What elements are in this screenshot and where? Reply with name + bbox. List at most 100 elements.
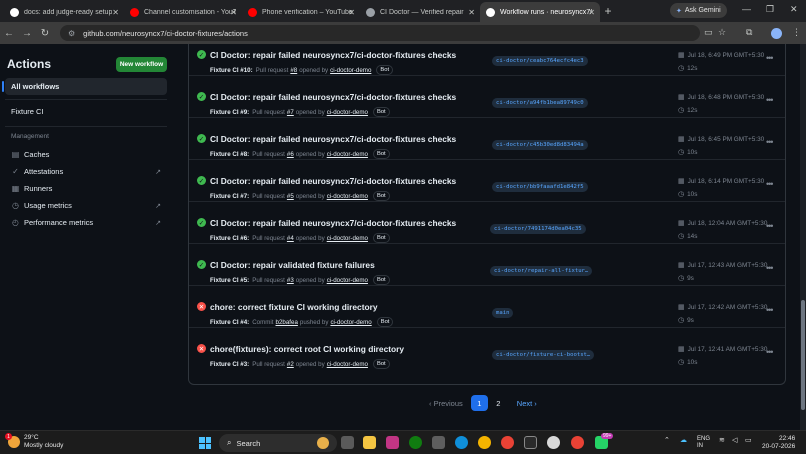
workflow-run-row[interactable]: ✓ CI Doctor: repair failed neurosyncx7/ci… (189, 202, 785, 244)
workflow-run-row[interactable]: ✓ CI Doctor: repair failed neurosyncx7/ci… (189, 160, 785, 202)
run-title-link[interactable]: CI Doctor: repair failed neurosyncx7/ci-… (210, 92, 456, 102)
workflow-run-row[interactable]: ✓ CI Doctor: repair validated fixture fai… (189, 244, 785, 286)
windows-start-icon[interactable] (199, 437, 211, 449)
run-ref-link[interactable]: #5 (287, 193, 294, 200)
run-actor-link[interactable]: ci-doctor-demo (327, 193, 368, 200)
profile-avatar[interactable] (771, 28, 782, 39)
tray-chevron-icon[interactable]: ⌃ (664, 436, 670, 444)
language-indicator[interactable]: ENG IN (697, 436, 710, 450)
run-ref-link[interactable]: #2 (287, 361, 294, 368)
close-tab-icon[interactable]: ✕ (468, 8, 475, 17)
back-icon[interactable]: ← (0, 28, 18, 39)
restore-icon[interactable]: ❐ (766, 4, 774, 15)
run-ref-link[interactable]: b2bafea (276, 319, 298, 326)
extensions-icon[interactable]: ⧉ (746, 27, 752, 38)
run-actions-kebab-icon[interactable]: ••• (766, 347, 774, 357)
run-title-link[interactable]: chore: correct fixture CI working direct… (210, 302, 378, 312)
forward-icon[interactable]: → (18, 28, 36, 39)
chrome-profile-icon[interactable] (501, 436, 514, 449)
run-actor-link[interactable]: ci-doctor-demo (327, 151, 368, 158)
sidebar-item-performance-metrics[interactable]: ◴ Performance metrics ↗ (5, 215, 167, 230)
page-2-button[interactable]: 2 (490, 395, 507, 411)
new-workflow-button[interactable]: New workflow (116, 57, 167, 72)
bookmark-star-icon[interactable]: ☆ (718, 27, 726, 38)
taskbar-search[interactable]: ⌕ Search (219, 434, 337, 452)
run-ref-link[interactable]: #4 (287, 235, 294, 242)
terminal-icon[interactable] (524, 436, 537, 449)
run-actions-kebab-icon[interactable]: ••• (766, 179, 774, 189)
branch-label[interactable]: ci-doctor/ceabc764ecfc4ec3 (492, 56, 588, 66)
workflow-run-row[interactable]: ✓ CI Doctor: repair failed neurosyncx7/ci… (189, 118, 785, 160)
task-view-icon[interactable] (341, 436, 354, 449)
chatgpt-icon[interactable] (547, 436, 560, 449)
branch-label[interactable]: ci-doctor/repair-all-fixtur… (490, 266, 593, 276)
run-title-link[interactable]: CI Doctor: repair validated fixture fail… (210, 260, 375, 270)
sidebar-item-runners[interactable]: ▦ Runners (5, 181, 167, 196)
new-tab-button[interactable]: + (600, 4, 616, 18)
workflow-run-row[interactable]: ✓ CI Doctor: repair failed neurosyncx7/ci… (189, 76, 785, 118)
site-info-icon[interactable]: ⚙ (68, 29, 75, 38)
chrome-icon[interactable] (478, 436, 491, 449)
system-clock[interactable]: 22:46 20-07-2026 (762, 435, 795, 451)
run-title-link[interactable]: CI Doctor: repair failed neurosyncx7/ci-… (210, 50, 456, 60)
branch-label[interactable]: ci-doctor/fixture-ci-bootst… (492, 350, 595, 360)
run-actions-kebab-icon[interactable]: ••• (766, 263, 774, 273)
ask-gemini-button[interactable]: ✦ Ask Gemini (670, 3, 727, 18)
run-ref-link[interactable]: #7 (287, 109, 294, 116)
weather-widget[interactable]: 1 29°C Mostly cloudy (5, 433, 63, 450)
wifi-icon[interactable]: ≋ (719, 436, 725, 444)
file-explorer-icon[interactable] (363, 436, 376, 449)
run-title-link[interactable]: CI Doctor: repair failed neurosyncx7/ci-… (210, 176, 456, 186)
reload-icon[interactable]: ↻ (36, 28, 54, 39)
run-ref-link[interactable]: #3 (287, 277, 294, 284)
workflow-run-row[interactable]: ✕ chore(fixtures): correct root CI workin… (189, 328, 785, 370)
branch-label[interactable]: ci-doctor/7491174d0ea04c35 (490, 224, 586, 234)
run-ref-link[interactable]: #8 (290, 67, 297, 74)
browser-tab[interactable]: CI Doctor — Verified repair ✕ (360, 2, 480, 22)
run-actions-kebab-icon[interactable]: ••• (766, 137, 774, 147)
page-scrollbar[interactable] (800, 44, 806, 430)
sidebar-item-usage-metrics[interactable]: ◷ Usage metrics ↗ (5, 198, 167, 213)
browser-tab[interactable]: Workflow runs · neurosyncx7/✕ (480, 2, 600, 22)
copilot-icon[interactable] (386, 436, 399, 449)
run-ref-link[interactable]: #6 (287, 151, 294, 158)
page-1-button[interactable]: 1 (470, 395, 488, 411)
branch-label[interactable]: ci-doctor/bb9faaafd1e842f5 (492, 182, 588, 192)
close-window-icon[interactable]: ✕ (790, 4, 798, 15)
url-input[interactable]: ⚙ github.com/neurosyncx7/ci-doctor-fixtu… (60, 25, 700, 41)
next-page-link[interactable]: Next › (517, 399, 537, 408)
branch-label[interactable]: ci-doctor/c45b30ed8d83494a (492, 140, 588, 150)
close-tab-icon[interactable]: ✕ (348, 8, 355, 17)
chrome-active-icon[interactable] (571, 436, 584, 449)
branch-label[interactable]: main (492, 308, 514, 318)
run-title-link[interactable]: CI Doctor: repair failed neurosyncx7/ci-… (210, 218, 456, 228)
close-tab-icon[interactable]: ✕ (112, 8, 119, 17)
browser-tab[interactable]: docs: add judge-ready setup ✕ (4, 2, 124, 22)
sidebar-item-attestations[interactable]: ✓ Attestations ↗ (5, 164, 167, 179)
close-tab-icon[interactable]: ✕ (588, 8, 595, 17)
run-actor-link[interactable]: ci-doctor-demo (327, 235, 368, 242)
browser-menu-icon[interactable]: ⋮ (792, 27, 801, 38)
run-actor-link[interactable]: ci-doctor-demo (327, 109, 368, 116)
install-icon[interactable]: ▭ (704, 27, 713, 38)
run-actor-link[interactable]: ci-doctor-demo (330, 319, 371, 326)
run-actor-link[interactable]: ci-doctor-demo (327, 277, 368, 284)
run-actions-kebab-icon[interactable]: ••• (766, 221, 774, 231)
run-actor-link[interactable]: ci-doctor-demo (327, 361, 368, 368)
edge-icon[interactable] (455, 436, 468, 449)
run-actions-kebab-icon[interactable]: ••• (766, 53, 774, 63)
branch-label[interactable]: ci-doctor/a94fb1bea89749c0 (492, 98, 588, 108)
sidebar-item-fixture-ci[interactable]: Fixture CI (5, 103, 167, 120)
run-actions-kebab-icon[interactable]: ••• (766, 305, 774, 315)
workflow-run-row[interactable]: ✓ CI Doctor: repair failed neurosyncx7/ci… (189, 44, 785, 76)
run-title-link[interactable]: chore(fixtures): correct root CI working… (210, 344, 404, 354)
run-title-link[interactable]: CI Doctor: repair failed neurosyncx7/ci-… (210, 134, 456, 144)
xbox-icon[interactable] (409, 436, 422, 449)
scrollbar-thumb[interactable] (801, 300, 805, 410)
volume-icon[interactable]: ◁ (732, 436, 737, 444)
sidebar-item-all-workflows[interactable]: All workflows (2, 78, 167, 95)
browser-tab[interactable]: Channel customisation - YouTube✕ (124, 2, 242, 22)
workflow-run-row[interactable]: ✕ chore: correct fixture CI working direc… (189, 286, 785, 328)
minimize-icon[interactable]: — (742, 4, 751, 14)
browser-tab[interactable]: Phone verification – YouTube ✕ (242, 2, 360, 22)
